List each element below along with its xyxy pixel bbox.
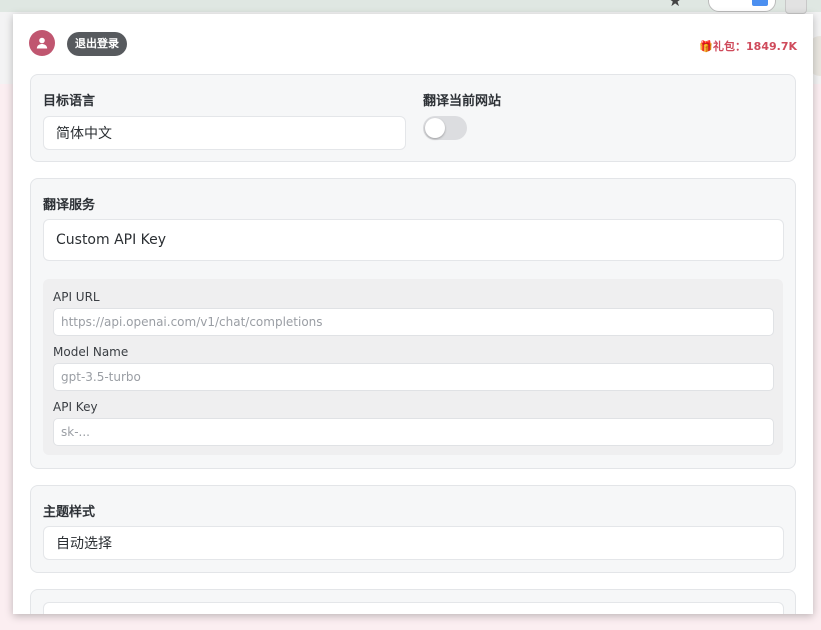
api-key-input[interactable]: sk-... xyxy=(53,418,774,446)
bookmark-star-icon[interactable]: ★ xyxy=(668,0,682,10)
model-name-input[interactable]: gpt-3.5-turbo xyxy=(53,363,774,391)
target-language-label: 目标语言 xyxy=(43,94,96,109)
model-name-label: Model Name xyxy=(53,345,129,359)
next-settings-field[interactable] xyxy=(43,602,784,614)
theme-card: 主题样式 自动选择 xyxy=(30,485,796,573)
translation-service-card: 翻译服务 Custom API Key API URL https://api.… xyxy=(30,178,796,469)
extensions-puzzle-icon[interactable] xyxy=(785,0,807,14)
custom-api-settings: API URL https://api.openai.com/v1/chat/c… xyxy=(43,279,783,455)
browser-toolbar xyxy=(0,0,821,12)
translate-site-label: 翻译当前网站 xyxy=(423,94,502,109)
api-url-input[interactable]: https://api.openai.com/v1/chat/completio… xyxy=(53,308,774,336)
translation-service-select[interactable]: Custom API Key xyxy=(43,219,784,261)
target-language-select[interactable]: 简体中文 xyxy=(43,116,406,150)
language-card: 目标语言 简体中文 翻译当前网站 xyxy=(30,74,796,162)
extension-popup: 退出登录 🎁礼包：1849.7K 目标语言 简体中文 翻译当前网站 翻译服务 C… xyxy=(13,14,813,614)
toggle-knob xyxy=(425,118,445,138)
gift-balance[interactable]: 🎁礼包：1849.7K xyxy=(699,38,797,54)
api-key-label: API Key xyxy=(53,400,98,414)
user-icon xyxy=(36,37,48,49)
api-url-label: API URL xyxy=(53,290,100,304)
extension-icon[interactable] xyxy=(752,0,768,6)
theme-style-select[interactable]: 自动选择 xyxy=(43,526,784,560)
theme-style-label: 主题样式 xyxy=(43,505,96,520)
translation-service-label: 翻译服务 xyxy=(43,198,96,213)
translate-site-toggle[interactable] xyxy=(423,116,467,140)
logout-button[interactable]: 退出登录 xyxy=(67,32,127,56)
user-avatar[interactable] xyxy=(29,30,55,56)
next-settings-card xyxy=(30,589,796,614)
